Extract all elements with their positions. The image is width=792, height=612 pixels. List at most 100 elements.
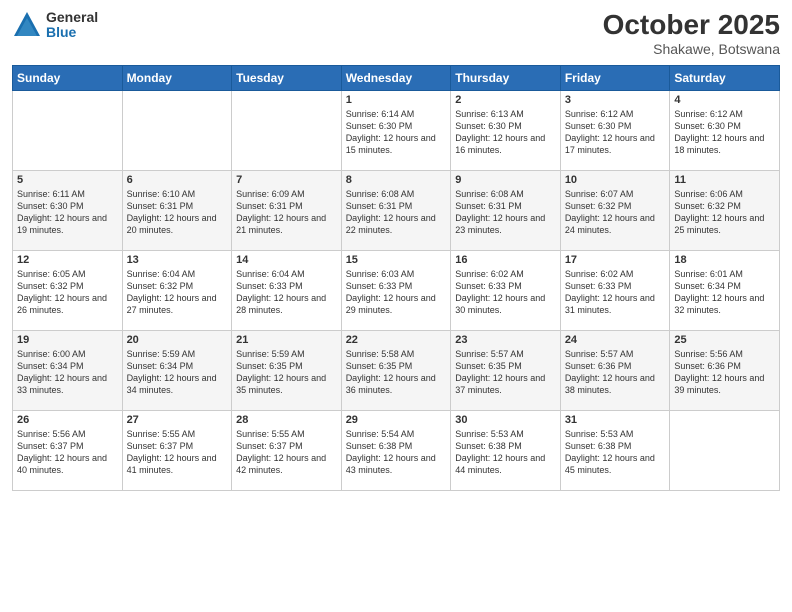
week-row-2: 5 Sunrise: 6:11 AM Sunset: 6:30 PM Daylig…	[13, 170, 780, 250]
week-row-4: 19Sunrise: 6:00 AM Sunset: 6:34 PM Dayli…	[13, 330, 780, 410]
calendar-cell: 11Sunrise: 6:06 AM Sunset: 6:32 PM Dayli…	[670, 170, 780, 250]
day-number: 11	[674, 174, 775, 186]
calendar-cell: 16 Sunrise: 6:02 AM Sunset: 6:33 PM Dayli…	[451, 250, 561, 330]
day-number: 10	[565, 174, 666, 186]
calendar-cell: 25 Sunrise: 5:56 AM Sunset: 6:36 PM Dayli…	[670, 330, 780, 410]
day-info: Sunrise: 5:53 AM Sunset: 6:38 PM Dayligh…	[565, 428, 666, 477]
calendar-cell	[670, 410, 780, 490]
calendar-cell: 14 Sunrise: 6:04 AM Sunset: 6:33 PM Dayli…	[232, 250, 342, 330]
day-info: Sunrise: 6:11 AM Sunset: 6:30 PM Dayligh…	[17, 188, 118, 237]
header: General Blue October 2025 Shakawe, Botsw…	[12, 10, 780, 57]
day-info: Sunrise: 5:57 AM Sunset: 6:36 PM Dayligh…	[565, 348, 666, 397]
calendar-cell: 24 Sunrise: 5:57 AM Sunset: 6:36 PM Dayli…	[560, 330, 670, 410]
logo-icon	[12, 10, 42, 40]
day-info: Sunrise: 6:09 AM Sunset: 6:31 PM Dayligh…	[236, 188, 337, 237]
page-container: General Blue October 2025 Shakawe, Botsw…	[0, 0, 792, 612]
day-number: 30	[455, 414, 556, 426]
logo-general-text: General	[46, 10, 98, 25]
calendar-cell: 12Sunrise: 6:05 AM Sunset: 6:32 PM Dayli…	[13, 250, 123, 330]
header-tuesday: Tuesday	[232, 65, 342, 90]
header-monday: Monday	[122, 65, 232, 90]
calendar-cell: 30 Sunrise: 5:53 AM Sunset: 6:38 PM Dayli…	[451, 410, 561, 490]
calendar-cell: 20Sunrise: 5:59 AM Sunset: 6:34 PM Dayli…	[122, 330, 232, 410]
calendar-cell: 5 Sunrise: 6:11 AM Sunset: 6:30 PM Daylig…	[13, 170, 123, 250]
day-number: 24	[565, 334, 666, 346]
logo-text: General Blue	[46, 10, 98, 41]
day-info: Sunrise: 5:56 AM Sunset: 6:37 PM Dayligh…	[17, 428, 118, 477]
day-info: Sunrise: 5:56 AM Sunset: 6:36 PM Dayligh…	[674, 348, 775, 397]
calendar-cell: 4Sunrise: 6:12 AM Sunset: 6:30 PM Daylig…	[670, 90, 780, 170]
calendar-cell: 2 Sunrise: 6:13 AM Sunset: 6:30 PM Daylig…	[451, 90, 561, 170]
calendar-cell: 23 Sunrise: 5:57 AM Sunset: 6:35 PM Dayli…	[451, 330, 561, 410]
week-row-5: 26 Sunrise: 5:56 AM Sunset: 6:37 PM Dayli…	[13, 410, 780, 490]
week-row-1: 1 Sunrise: 6:14 AM Sunset: 6:30 PM Daylig…	[13, 90, 780, 170]
day-info: Sunrise: 6:03 AM Sunset: 6:33 PM Dayligh…	[346, 268, 447, 317]
day-number: 21	[236, 334, 337, 346]
calendar-cell: 6 Sunrise: 6:10 AM Sunset: 6:31 PM Daylig…	[122, 170, 232, 250]
calendar-cell: 18Sunrise: 6:01 AM Sunset: 6:34 PM Dayli…	[670, 250, 780, 330]
calendar-cell: 19Sunrise: 6:00 AM Sunset: 6:34 PM Dayli…	[13, 330, 123, 410]
day-number: 1	[346, 94, 447, 106]
day-number: 18	[674, 254, 775, 266]
day-info: Sunrise: 6:02 AM Sunset: 6:33 PM Dayligh…	[455, 268, 556, 317]
day-info: Sunrise: 5:57 AM Sunset: 6:35 PM Dayligh…	[455, 348, 556, 397]
calendar-cell: 22 Sunrise: 5:58 AM Sunset: 6:35 PM Dayli…	[341, 330, 451, 410]
calendar-cell: 3 Sunrise: 6:12 AM Sunset: 6:30 PM Daylig…	[560, 90, 670, 170]
calendar-cell: 17 Sunrise: 6:02 AM Sunset: 6:33 PM Dayli…	[560, 250, 670, 330]
day-number: 27	[127, 414, 228, 426]
day-info: Sunrise: 6:13 AM Sunset: 6:30 PM Dayligh…	[455, 108, 556, 157]
day-info: Sunrise: 6:14 AM Sunset: 6:30 PM Dayligh…	[346, 108, 447, 157]
day-info: Sunrise: 6:10 AM Sunset: 6:31 PM Dayligh…	[127, 188, 228, 237]
calendar-cell: 28Sunrise: 5:55 AM Sunset: 6:37 PM Dayli…	[232, 410, 342, 490]
day-number: 16	[455, 254, 556, 266]
day-number: 6	[127, 174, 228, 186]
day-number: 3	[565, 94, 666, 106]
day-number: 8	[346, 174, 447, 186]
day-info: Sunrise: 6:04 AM Sunset: 6:33 PM Dayligh…	[236, 268, 337, 317]
day-info: Sunrise: 5:58 AM Sunset: 6:35 PM Dayligh…	[346, 348, 447, 397]
day-number: 31	[565, 414, 666, 426]
calendar-cell	[13, 90, 123, 170]
calendar-cell: 8Sunrise: 6:08 AM Sunset: 6:31 PM Daylig…	[341, 170, 451, 250]
logo: General Blue	[12, 10, 98, 41]
day-number: 2	[455, 94, 556, 106]
calendar-cell: 10 Sunrise: 6:07 AM Sunset: 6:32 PM Dayli…	[560, 170, 670, 250]
day-number: 5	[17, 174, 118, 186]
calendar-cell: 9Sunrise: 6:08 AM Sunset: 6:31 PM Daylig…	[451, 170, 561, 250]
day-number: 14	[236, 254, 337, 266]
day-info: Sunrise: 5:53 AM Sunset: 6:38 PM Dayligh…	[455, 428, 556, 477]
calendar-cell: 15 Sunrise: 6:03 AM Sunset: 6:33 PM Dayli…	[341, 250, 451, 330]
calendar-cell: 29Sunrise: 5:54 AM Sunset: 6:38 PM Dayli…	[341, 410, 451, 490]
header-sunday: Sunday	[13, 65, 123, 90]
day-number: 17	[565, 254, 666, 266]
calendar-cell	[122, 90, 232, 170]
weekday-header-row: Sunday Monday Tuesday Wednesday Thursday…	[13, 65, 780, 90]
calendar-cell: 7 Sunrise: 6:09 AM Sunset: 6:31 PM Daylig…	[232, 170, 342, 250]
header-thursday: Thursday	[451, 65, 561, 90]
month-title: October 2025	[603, 10, 780, 41]
day-info: Sunrise: 6:12 AM Sunset: 6:30 PM Dayligh…	[565, 108, 666, 157]
day-number: 19	[17, 334, 118, 346]
logo-blue-text: Blue	[46, 25, 98, 40]
day-info: Sunrise: 6:02 AM Sunset: 6:33 PM Dayligh…	[565, 268, 666, 317]
day-number: 4	[674, 94, 775, 106]
calendar-cell: 1 Sunrise: 6:14 AM Sunset: 6:30 PM Daylig…	[341, 90, 451, 170]
day-number: 15	[346, 254, 447, 266]
day-number: 20	[127, 334, 228, 346]
header-saturday: Saturday	[670, 65, 780, 90]
day-info: Sunrise: 6:08 AM Sunset: 6:31 PM Dayligh…	[455, 188, 556, 237]
day-info: Sunrise: 6:07 AM Sunset: 6:32 PM Dayligh…	[565, 188, 666, 237]
calendar: Sunday Monday Tuesday Wednesday Thursday…	[12, 65, 780, 491]
week-row-3: 12Sunrise: 6:05 AM Sunset: 6:32 PM Dayli…	[13, 250, 780, 330]
day-number: 7	[236, 174, 337, 186]
day-info: Sunrise: 5:55 AM Sunset: 6:37 PM Dayligh…	[127, 428, 228, 477]
calendar-cell: 13Sunrise: 6:04 AM Sunset: 6:32 PM Dayli…	[122, 250, 232, 330]
day-number: 23	[455, 334, 556, 346]
day-number: 29	[346, 414, 447, 426]
day-info: Sunrise: 5:55 AM Sunset: 6:37 PM Dayligh…	[236, 428, 337, 477]
calendar-cell: 21Sunrise: 5:59 AM Sunset: 6:35 PM Dayli…	[232, 330, 342, 410]
day-number: 22	[346, 334, 447, 346]
day-number: 26	[17, 414, 118, 426]
header-wednesday: Wednesday	[341, 65, 451, 90]
day-number: 25	[674, 334, 775, 346]
